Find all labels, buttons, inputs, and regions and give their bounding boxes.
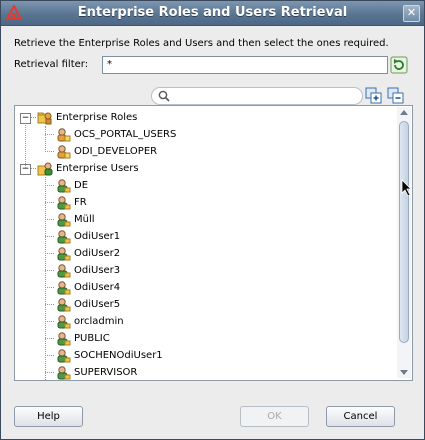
tree-connector-line — [45, 270, 54, 271]
tree-connector-line — [45, 202, 54, 203]
title-bar[interactable]: Enterprise Roles and Users Retrieval ✕ — [1, 1, 424, 26]
tree-item-label: Enterprise Users — [56, 163, 139, 174]
tree-connector-line — [45, 372, 54, 373]
tree-connector-line — [25, 123, 26, 168]
tree-item-label: OdiUser4 — [74, 282, 121, 293]
help-button[interactable]: Help — [14, 406, 83, 427]
tree-connector-line — [45, 177, 46, 380]
tree-connector-line — [31, 168, 36, 169]
users-folder-icon — [37, 162, 53, 176]
tree-item-label: Enterprise Roles — [56, 112, 138, 123]
tree-item-user[interactable]: orcladmin — [15, 313, 393, 330]
tree-connector-line — [45, 355, 54, 356]
tree-item-user[interactable]: SOCHENOdiUser1 — [15, 347, 393, 364]
tree-item-label: Müll — [74, 214, 95, 225]
tree-item-role[interactable]: OCS_PORTAL_USERS — [15, 126, 393, 143]
tree-group-enterprise-roles[interactable]: − Enterprise Roles — [15, 109, 393, 126]
search-icon — [158, 90, 170, 102]
tree-connector-line — [45, 134, 54, 135]
tree-item-user[interactable]: SUPERVISOR — [15, 364, 393, 380]
cancel-button[interactable]: Cancel — [326, 406, 395, 427]
tree-connector-line — [45, 321, 54, 322]
tree-connector-line — [45, 219, 54, 220]
tree-item-label: OdiUser1 — [74, 231, 121, 242]
tree-item-user[interactable]: DE — [15, 177, 393, 194]
tree-search-input[interactable] — [151, 87, 363, 105]
expand-all-icon[interactable] — [365, 87, 382, 104]
tree-item-label: OdiUser3 — [74, 265, 121, 276]
instructions-text: Retrieve the Enterprise Roles and Users … — [14, 38, 389, 49]
tree-connector-line — [45, 126, 46, 152]
retrieve-refresh-icon[interactable] — [390, 56, 408, 74]
user-icon — [57, 349, 71, 363]
tree-connector-line — [45, 236, 54, 237]
user-icon — [57, 264, 71, 278]
retrieval-filter-label: Retrieval filter: — [14, 59, 89, 70]
tree-connector-line — [45, 253, 54, 254]
window-title: Enterprise Roles and Users Retrieval — [77, 5, 348, 20]
tree-item-label: orcladmin — [74, 316, 124, 327]
tree-connector-line — [45, 151, 54, 152]
scroll-down-arrow-icon[interactable] — [400, 370, 408, 375]
tree-item-label: SUPERVISOR — [74, 367, 138, 378]
user-icon — [57, 213, 71, 227]
tree-item-label: PUBLIC — [74, 333, 110, 344]
tree-connector-line — [45, 338, 54, 339]
mouse-cursor-icon — [401, 179, 412, 197]
roles-folder-icon — [37, 112, 52, 125]
dialog-window: Enterprise Roles and Users Retrieval ✕ R… — [0, 0, 425, 440]
tree-item-label: ODI_DEVELOPER — [74, 146, 158, 157]
ok-button[interactable]: OK — [240, 406, 309, 427]
user-icon — [57, 298, 71, 312]
tree-item-user[interactable]: Müll — [15, 211, 393, 228]
tree-item-user[interactable]: FR — [15, 194, 393, 211]
user-icon — [57, 281, 71, 295]
tree-item-label: SOCHENOdiUser1 — [74, 350, 163, 361]
scroll-up-arrow-icon[interactable] — [400, 110, 408, 115]
tree-connector-line — [45, 287, 54, 288]
tree-connector-line — [45, 304, 54, 305]
tree-vertical-scrollbar[interactable] — [397, 107, 411, 378]
tree-item-label: OdiUser5 — [74, 299, 121, 310]
tree-item-user[interactable]: PUBLIC — [15, 330, 393, 347]
user-icon — [57, 230, 71, 244]
scroll-thumb[interactable] — [399, 121, 409, 343]
user-icon — [57, 247, 71, 261]
role-icon — [57, 145, 71, 159]
roles-users-tree[interactable]: − Enterprise Roles OCS_PORTAL_USERS ODI_DEV… — [14, 105, 413, 381]
retrieval-filter-input[interactable]: * — [102, 56, 388, 74]
tree-item-label: FR — [74, 197, 87, 208]
user-icon — [57, 196, 71, 210]
tree-item-user[interactable]: OdiUser1 — [15, 228, 393, 245]
tree-connector-line — [45, 185, 54, 186]
tree-item-user[interactable]: OdiUser3 — [15, 262, 393, 279]
role-icon — [57, 128, 71, 142]
tree-group-enterprise-users[interactable]: − Enterprise Users — [15, 160, 393, 177]
collapse-all-icon[interactable] — [387, 87, 404, 104]
user-icon — [57, 179, 71, 193]
tree-item-user[interactable]: OdiUser4 — [15, 279, 393, 296]
user-icon — [57, 332, 71, 346]
tree-item-role[interactable]: ODI_DEVELOPER — [15, 143, 393, 160]
tree-connector-line — [31, 117, 36, 118]
tree-item-label: OCS_PORTAL_USERS — [74, 129, 177, 140]
tree-item-label: DE — [74, 180, 89, 191]
tree-item-label: OdiUser2 — [74, 248, 121, 259]
user-icon — [57, 315, 71, 329]
user-icon — [57, 366, 71, 380]
tree-item-user[interactable]: OdiUser2 — [15, 245, 393, 262]
close-button[interactable]: ✕ — [403, 5, 420, 22]
tree-item-user[interactable]: OdiUser5 — [15, 296, 393, 313]
